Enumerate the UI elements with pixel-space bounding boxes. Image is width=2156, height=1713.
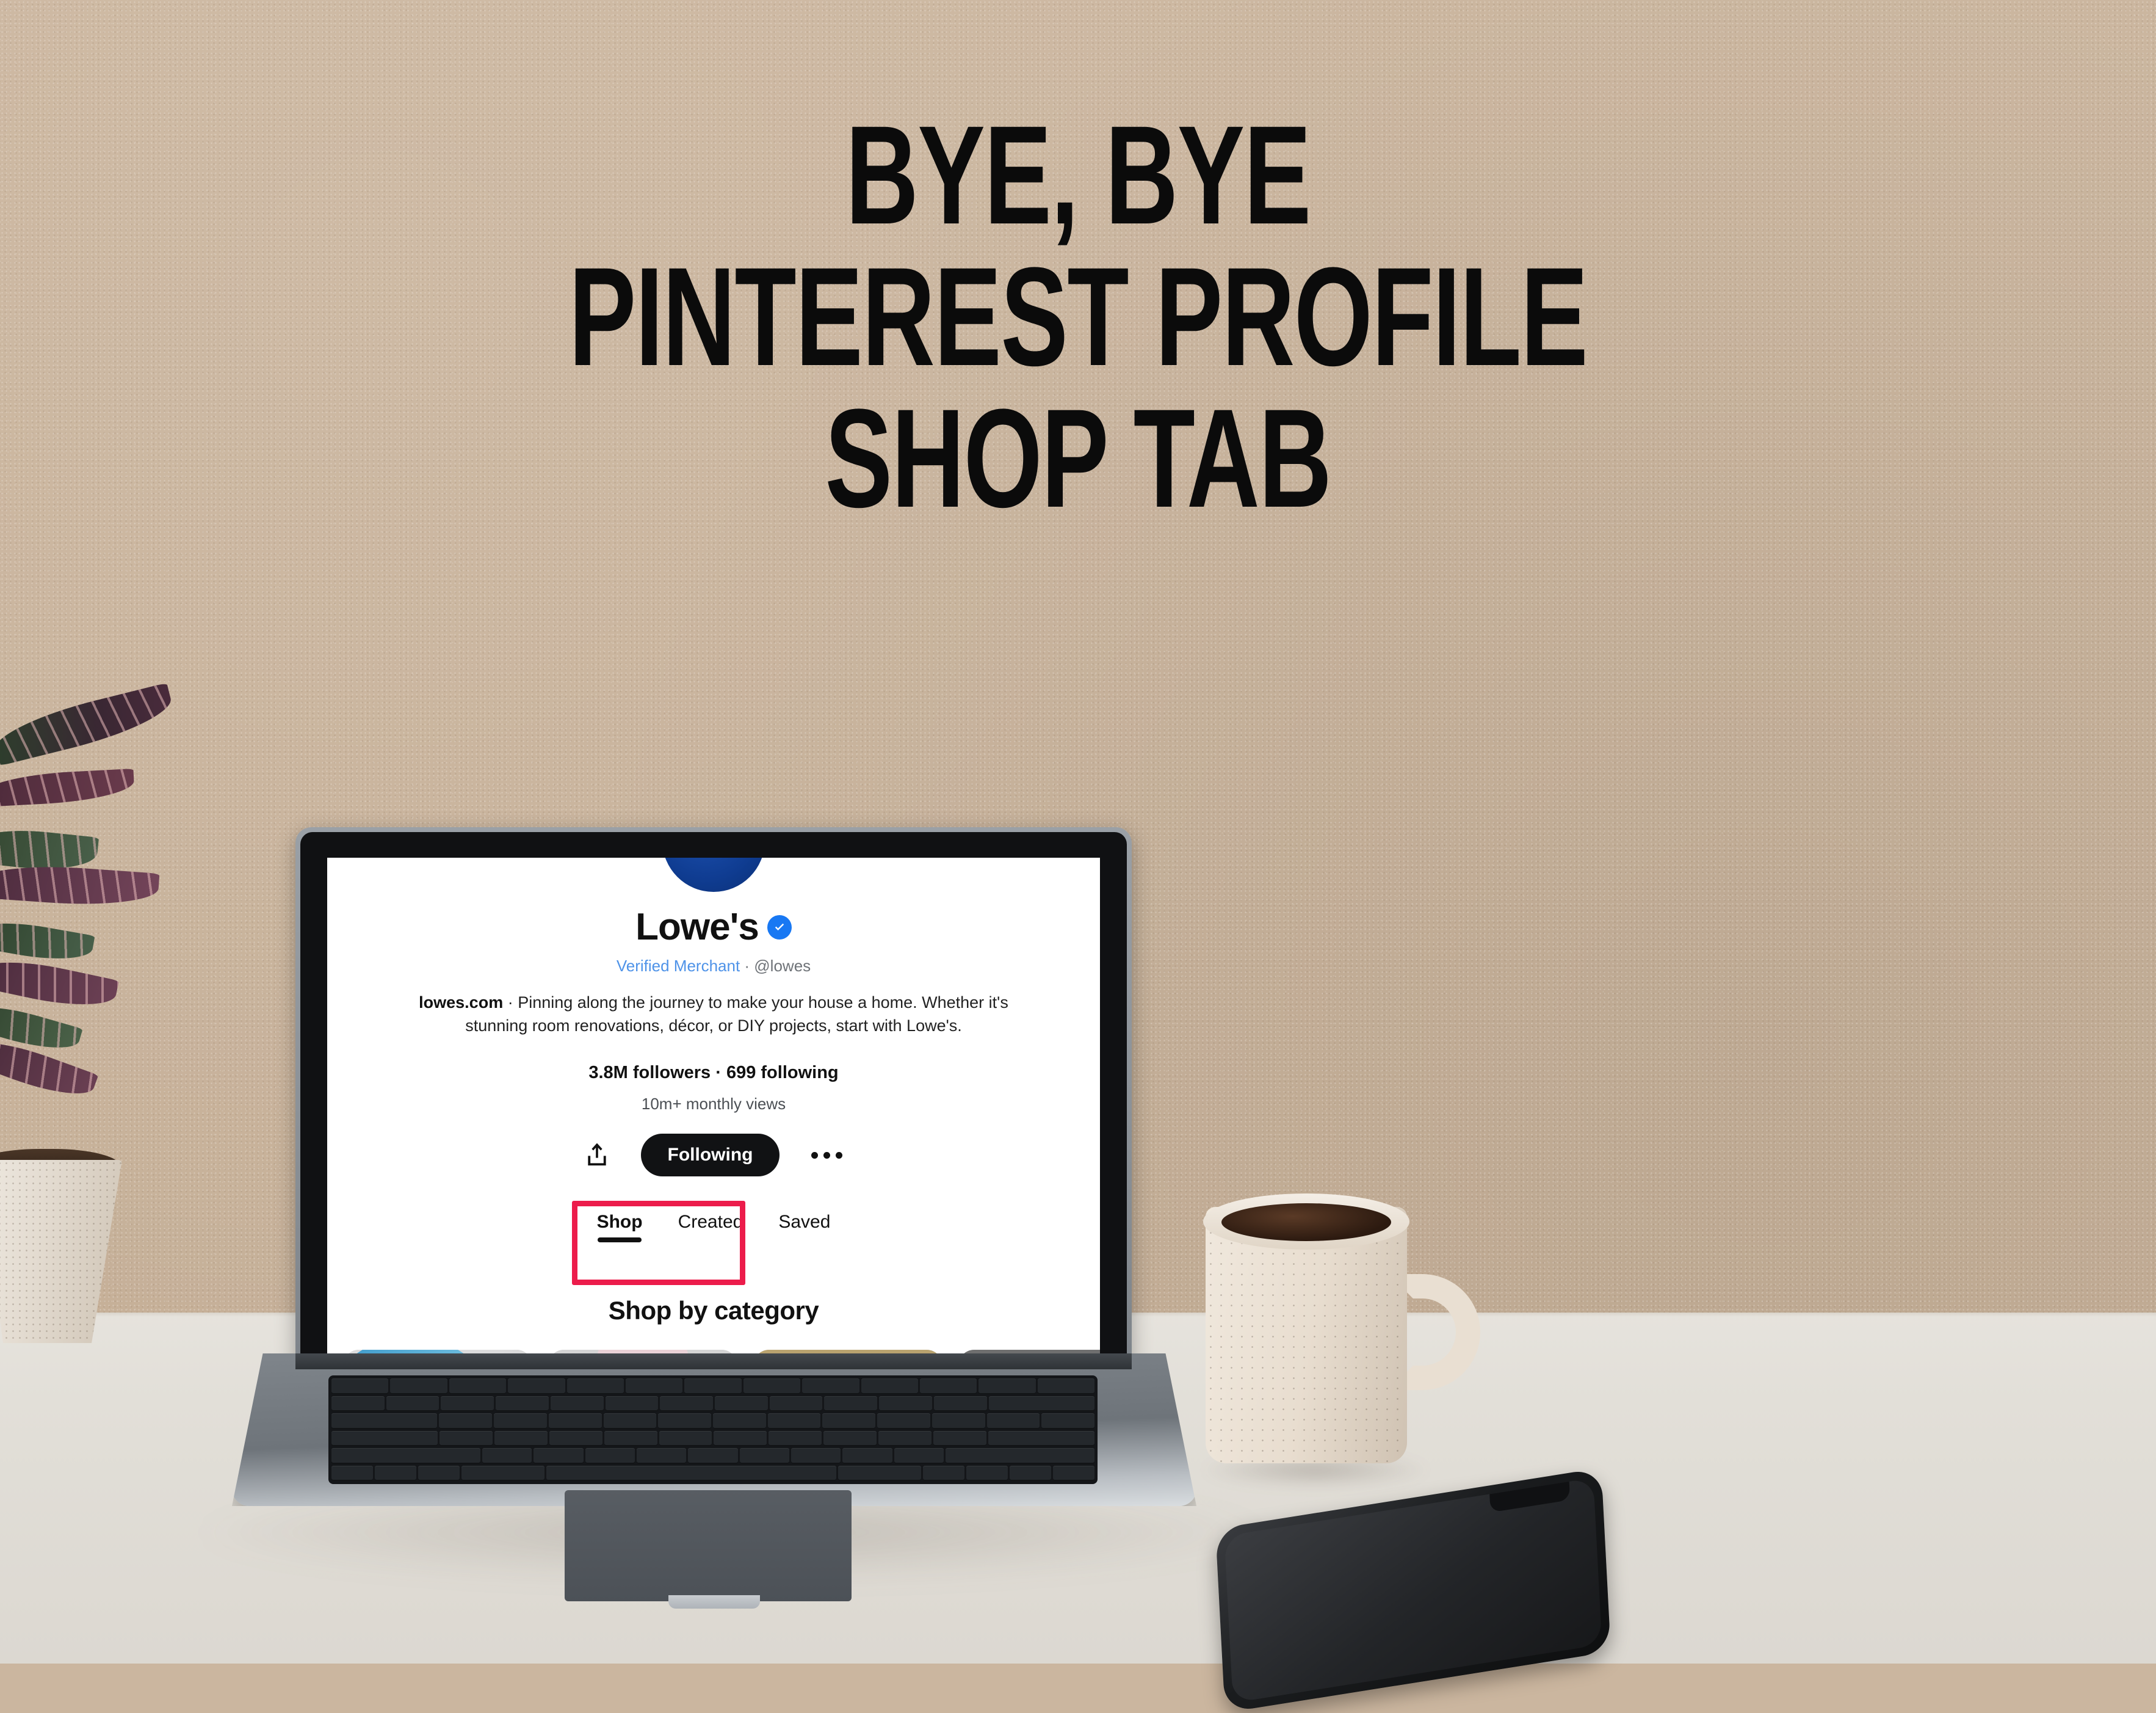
laptop-screen: Lowe's Verified Merchant · @lowes lowes.… bbox=[327, 858, 1100, 1371]
plant-leaf bbox=[0, 914, 95, 968]
pinterest-profile-page: Lowe's Verified Merchant · @lowes lowes.… bbox=[327, 858, 1100, 1371]
profile-subtitle: Verified Merchant · @lowes bbox=[327, 957, 1100, 976]
plant-leaf bbox=[0, 861, 160, 910]
profile-website[interactable]: lowes.com bbox=[419, 993, 503, 1012]
coffee-liquid bbox=[1221, 1203, 1391, 1241]
share-upload-icon[interactable] bbox=[585, 1142, 609, 1168]
page-title: Lowe's bbox=[327, 905, 1100, 949]
headline-line-3: SHOP TAB bbox=[825, 379, 1332, 537]
coffee-mug bbox=[1199, 1193, 1480, 1488]
poster-headline: BYE, BYE PINTEREST PROFILE SHOP TAB bbox=[0, 96, 2156, 537]
profile-stats[interactable]: 3.8M followers · 699 following bbox=[327, 1063, 1100, 1083]
laptop-hinge bbox=[295, 1353, 1132, 1369]
profile-tabs: Shop Created Saved bbox=[327, 1212, 1100, 1242]
laptop-lid-notch bbox=[668, 1595, 760, 1609]
follow-button[interactable]: Following bbox=[640, 1134, 780, 1176]
laptop-keyboard[interactable] bbox=[328, 1375, 1098, 1484]
profile-name: Lowe's bbox=[635, 906, 759, 948]
profile-bio: lowes.com · Pinning along the journey to… bbox=[407, 991, 1021, 1038]
headline-line-2: PINTEREST PROFILE bbox=[568, 237, 1588, 395]
avatar bbox=[662, 858, 765, 892]
plant-leaf bbox=[0, 768, 135, 807]
laptop: Lowe's Verified Merchant · @lowes lowes.… bbox=[232, 827, 1196, 1609]
plant-leaf bbox=[0, 951, 120, 1016]
merchant-badge-label: Verified Merchant bbox=[616, 957, 740, 975]
handle-separator: · bbox=[740, 957, 754, 975]
bio-separator: · bbox=[503, 993, 518, 1012]
headline-line-1: BYE, BYE bbox=[845, 96, 1311, 253]
poster-scene: BYE, BYE PINTEREST PROFILE SHOP TAB Lowe… bbox=[0, 0, 2156, 1713]
tab-shop[interactable]: Shop bbox=[597, 1212, 643, 1242]
profile-action-row: Following bbox=[327, 1134, 1100, 1176]
verified-check-icon bbox=[767, 914, 792, 940]
tab-saved[interactable]: Saved bbox=[778, 1212, 830, 1242]
bio-text: Pinning along the journey to make your h… bbox=[465, 993, 1008, 1035]
laptop-trackpad[interactable] bbox=[565, 1490, 852, 1601]
plant-pot bbox=[0, 1160, 122, 1343]
laptop-lid: Lowe's Verified Merchant · @lowes lowes.… bbox=[295, 827, 1132, 1371]
potted-plant bbox=[0, 683, 262, 1343]
laptop-bezel: Lowe's Verified Merchant · @lowes lowes.… bbox=[300, 832, 1127, 1371]
profile-handle: @lowes bbox=[754, 957, 811, 975]
monthly-views: 10m+ monthly views bbox=[641, 1095, 786, 1113]
more-options-icon[interactable] bbox=[811, 1151, 843, 1159]
shop-section-title: Shop by category bbox=[608, 1296, 819, 1325]
tab-created[interactable]: Created bbox=[678, 1212, 743, 1242]
